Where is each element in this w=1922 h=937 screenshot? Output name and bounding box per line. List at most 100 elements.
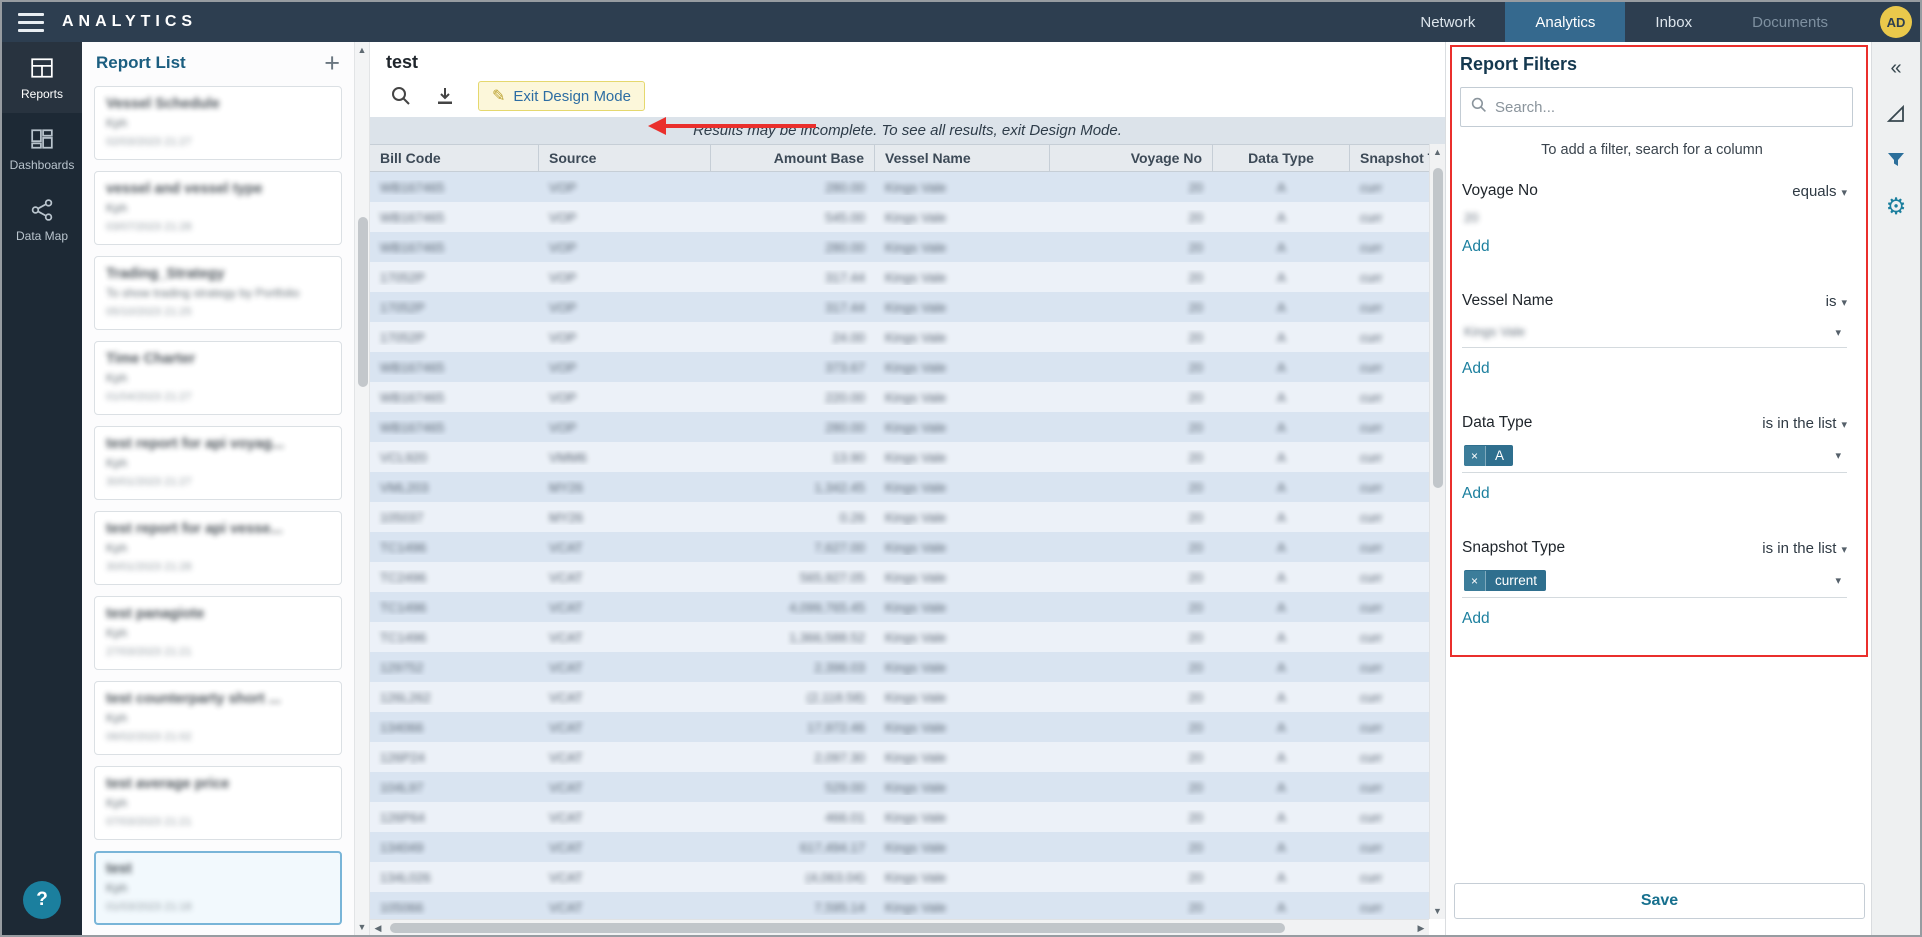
report-card[interactable]: Vessel ScheduleKph02/03/2023 21:27	[94, 86, 342, 160]
table-row[interactable]: 134L026VCAT(4,063.04)Kings Vale20Acurr	[370, 862, 1429, 892]
sidebar-item-dashboards[interactable]: Dashboards	[2, 113, 82, 184]
report-card[interactable]: Time CharterKph01/04/2023 21:27	[94, 341, 342, 415]
report-list-scrollbar[interactable]: ▲ ▼	[354, 42, 370, 935]
nav-item-documents[interactable]: Documents	[1722, 2, 1858, 42]
scroll-right-icon[interactable]: ▶	[1413, 920, 1429, 935]
chip-remove-icon[interactable]: ×	[1464, 571, 1486, 591]
column-header[interactable]: Voyage No	[1050, 145, 1213, 171]
sidebar-item-reports[interactable]: Reports	[2, 42, 82, 113]
table-row[interactable]: WB167465VOP373.67Kings Vale20Acurr	[370, 352, 1429, 382]
column-header[interactable]: Snapshot Type	[1350, 145, 1429, 171]
filter-value-dropdown[interactable]: Kings Vale▾	[1462, 320, 1847, 348]
filter-value-input[interactable]: 20	[1462, 210, 1847, 226]
search-icon[interactable]	[390, 85, 412, 107]
column-header[interactable]: Amount Base	[711, 145, 875, 171]
collapse-panel-icon[interactable]: «	[1882, 54, 1910, 82]
nav-item-network[interactable]: Network	[1390, 2, 1505, 42]
table-row[interactable]: WB167465VOP280.00Kings Vale20Acurr	[370, 412, 1429, 442]
table-row[interactable]: 134049VCAT617,494.17Kings Vale20Acurr	[370, 832, 1429, 862]
nav-item-analytics[interactable]: Analytics	[1505, 2, 1625, 42]
table-row[interactable]: 134066VCAT17,972.46Kings Vale20Acurr	[370, 712, 1429, 742]
column-header[interactable]: Bill Code	[370, 145, 539, 171]
nav-item-inbox[interactable]: Inbox	[1625, 2, 1722, 42]
report-card[interactable]: test report for api vesse...Kph30/01/202…	[94, 511, 342, 585]
cell-value: 17,972.46	[807, 720, 865, 735]
save-button[interactable]: Save	[1454, 883, 1865, 919]
table-row[interactable]: WB167465VOP545.00Kings Vale20Acurr	[370, 202, 1429, 232]
filter-field-label: Vessel Name	[1462, 292, 1553, 310]
table-row[interactable]: 126L262VCAT(2,118.58)Kings Vale20Acurr	[370, 682, 1429, 712]
report-card[interactable]: testKph01/03/2023 21:18	[94, 851, 342, 925]
table-vertical-scrollbar[interactable]: ▲ ▼	[1429, 144, 1445, 919]
filter-operator-dropdown[interactable]: is in the list▾	[1762, 415, 1847, 432]
add-report-button[interactable]: +	[324, 53, 340, 73]
table-row[interactable]: TC1496VCAT4,099,765.45Kings Vale20Acurr	[370, 592, 1429, 622]
download-icon[interactable]	[434, 85, 456, 107]
report-card[interactable]: test counterparty short ...Kph06/02/2023…	[94, 681, 342, 755]
table-row[interactable]: 17052PVOP317.44Kings Vale20Acurr	[370, 292, 1429, 322]
cell-value: curr	[1360, 600, 1382, 615]
table-row[interactable]: 126P24VCAT2,097.30Kings Vale20Acurr	[370, 742, 1429, 772]
table-row[interactable]: WB167465VOP280.00Kings Vale20Acurr	[370, 172, 1429, 202]
chevron-down-icon: ▾	[1841, 544, 1847, 556]
help-button[interactable]: ?	[23, 881, 61, 919]
table-row[interactable]: VCL920VMM613.90Kings Vale20Acurr	[370, 442, 1429, 472]
report-card[interactable]: test average priceKph07/03/2023 21:21	[94, 766, 342, 840]
report-card[interactable]: test report for api voyag...Kph30/01/202…	[94, 426, 342, 500]
filter-search-input[interactable]	[1495, 99, 1842, 116]
report-card[interactable]: Trading_StrategyTo show trading strategy…	[94, 256, 342, 330]
table-row[interactable]: 104L97VCAT529.00Kings Vale20Acurr	[370, 772, 1429, 802]
filter-operator-dropdown[interactable]: is in the list▾	[1762, 540, 1847, 557]
table-row[interactable]: 126P64VCAT466.01Kings Vale20Acurr	[370, 802, 1429, 832]
scroll-left-icon[interactable]: ◀	[370, 920, 386, 935]
scroll-up-icon[interactable]: ▲	[355, 42, 369, 58]
scrollbar-thumb[interactable]	[358, 217, 368, 387]
table-row[interactable]: TC1496VCAT1,366,588.52Kings Vale20Acurr	[370, 622, 1429, 652]
column-header[interactable]: Vessel Name	[875, 145, 1050, 171]
exit-design-mode-button[interactable]: ✎ Exit Design Mode	[478, 81, 645, 111]
table-row[interactable]: VML203MY261,342.45Kings Vale20Acurr	[370, 472, 1429, 502]
filter-add-link[interactable]: Add	[1462, 485, 1490, 503]
filter-add-link[interactable]: Add	[1462, 238, 1490, 256]
column-header[interactable]: Data Type	[1213, 145, 1350, 171]
filter-operator-dropdown[interactable]: equals▾	[1792, 183, 1847, 200]
report-card[interactable]: test panagioteKph27/03/2023 21:21	[94, 596, 342, 670]
scroll-down-icon[interactable]: ▼	[355, 919, 369, 935]
column-header[interactable]: Source	[539, 145, 711, 171]
cell-value: 134066	[380, 720, 423, 735]
filter-chip[interactable]: ×current	[1464, 570, 1546, 591]
filter-value-dropdown[interactable]: ×current▾	[1462, 567, 1847, 598]
table-row[interactable]: 129752VCAT2,396.03Kings Vale20Acurr	[370, 652, 1429, 682]
sidebar-item-label: Reports	[21, 87, 63, 101]
avatar[interactable]: AD	[1880, 6, 1912, 38]
scrollbar-thumb[interactable]	[390, 923, 1285, 933]
report-card[interactable]: vessel and vessel typeKph03/07/2023 21:2…	[94, 171, 342, 245]
filter-chip[interactable]: ×A	[1464, 445, 1513, 466]
filter-add-link[interactable]: Add	[1462, 360, 1490, 378]
table-row[interactable]: TC1496VCAT7,627.00Kings Vale20Acurr	[370, 532, 1429, 562]
scrollbar-thumb[interactable]	[1433, 168, 1443, 488]
design-tools-icon[interactable]	[1882, 100, 1910, 128]
scroll-down-icon[interactable]: ▼	[1430, 903, 1445, 919]
table-row[interactable]: WB167465VOP220.00Kings Vale20Acurr	[370, 382, 1429, 412]
table-row[interactable]: 105066VCAT7,595.14Kings Vale20Acurr	[370, 892, 1429, 919]
settings-gear-icon[interactable]: ⚙	[1882, 192, 1910, 220]
filter-value-dropdown[interactable]: ×A▾	[1462, 442, 1847, 473]
filter-add-link[interactable]: Add	[1462, 610, 1490, 628]
sidebar-item-data-map[interactable]: Data Map	[2, 184, 82, 255]
table-row[interactable]: 105037MY260.26Kings Vale20Acurr	[370, 502, 1429, 532]
cell-value: VCAT	[549, 690, 583, 705]
table-row[interactable]: WB167465VOP280.00Kings Vale20Acurr	[370, 232, 1429, 262]
table-horizontal-scrollbar[interactable]: ◀ ▶	[370, 919, 1429, 935]
scroll-up-icon[interactable]: ▲	[1430, 144, 1445, 160]
filter-icon[interactable]	[1882, 146, 1910, 174]
chip-remove-icon[interactable]: ×	[1464, 446, 1486, 466]
cell-value: 129752	[380, 660, 423, 675]
table-cell: 20	[1050, 540, 1213, 555]
table-cell: Kings Vale	[875, 660, 1050, 675]
table-row[interactable]: TC2496VCAT565,927.05Kings Vale20Acurr	[370, 562, 1429, 592]
filter-operator-dropdown[interactable]: is▾	[1826, 293, 1847, 310]
table-row[interactable]: 17052PVOP317.44Kings Vale20Acurr	[370, 262, 1429, 292]
table-row[interactable]: 17052PVOP24.00Kings Vale20Acurr	[370, 322, 1429, 352]
hamburger-menu-icon[interactable]	[18, 13, 44, 32]
